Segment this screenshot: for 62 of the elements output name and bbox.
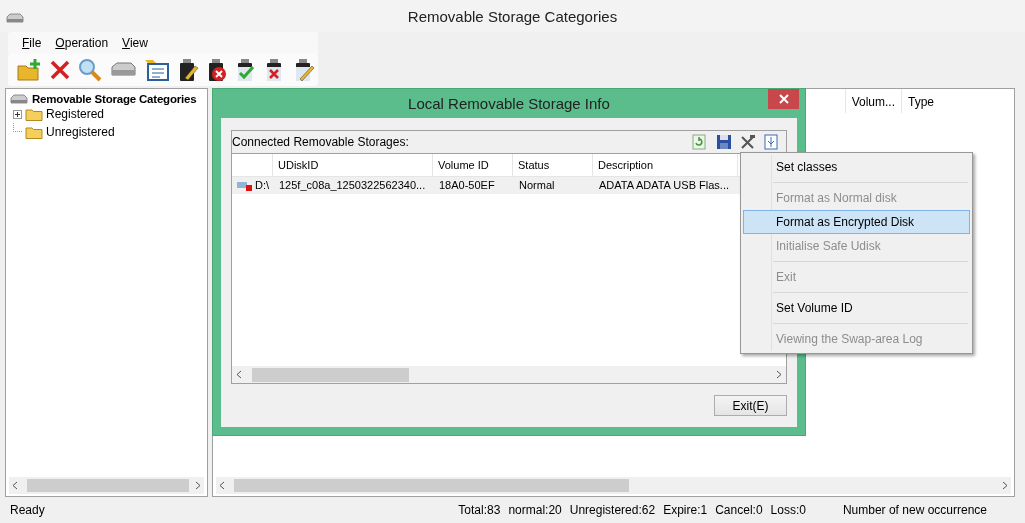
scroll-left-icon[interactable]	[12, 481, 18, 490]
menu-item[interactable]: Set Volume ID	[743, 296, 970, 320]
menu-item[interactable]: View	[116, 36, 156, 50]
close-icon	[778, 94, 789, 104]
tools-icon[interactable]	[740, 134, 756, 150]
menu-item[interactable]: File	[16, 36, 50, 50]
horizontal-scrollbar[interactable]	[9, 477, 204, 494]
column-header[interactable]: Description	[593, 154, 738, 176]
list-icon[interactable]	[144, 58, 170, 82]
search-icon[interactable]	[78, 58, 102, 82]
table-cell-text: ADATA ADATA USB Flas...	[598, 178, 730, 193]
app-icon	[6, 13, 24, 24]
folder-icon	[25, 107, 43, 121]
exit-button[interactable]: Exit(E)	[714, 395, 787, 416]
table-cell-text: D:\	[255, 178, 270, 193]
status-count: Expire:1	[663, 503, 708, 517]
table-cell-text: 125f_c08a_1250322562340...	[278, 178, 427, 193]
column-header[interactable]: Volum...	[844, 89, 901, 113]
dialog-title: Local Removable Storage Info	[408, 95, 610, 112]
status-count: Cancel:0	[715, 503, 763, 517]
close-button[interactable]	[768, 89, 799, 109]
status-count: Total:83	[458, 503, 501, 517]
horizontal-scrollbar[interactable]	[232, 366, 786, 383]
scroll-right-icon[interactable]	[1002, 481, 1008, 490]
column-header[interactable]: Volume ID	[433, 154, 513, 176]
scroll-right-icon[interactable]	[776, 370, 782, 379]
scroll-right-icon[interactable]	[195, 481, 201, 490]
scroll-left-icon[interactable]	[219, 481, 225, 490]
expand-icon[interactable]	[13, 109, 22, 119]
usb-error-icon[interactable]	[206, 58, 228, 82]
tree-item[interactable]: Registered	[46, 107, 105, 121]
usb-check-icon[interactable]	[235, 58, 257, 82]
column-header[interactable]: Type	[901, 89, 1014, 113]
column-header[interactable]: UDiskID	[273, 154, 433, 176]
drive-icon	[10, 93, 28, 105]
table-cell-text: Normal	[518, 178, 556, 193]
window-title: Removable Storage Categories	[407, 7, 618, 25]
status-count: Loss:0	[770, 503, 806, 517]
tree-root[interactable]: Removable Storage Categories	[32, 93, 197, 105]
status-text: Ready	[10, 503, 45, 517]
save-icon[interactable]	[716, 134, 732, 150]
folder-add-icon[interactable]	[16, 58, 42, 82]
usb-icon[interactable]	[764, 134, 780, 150]
usb-edit-icon[interactable]	[293, 58, 315, 82]
folder-icon	[25, 125, 43, 139]
table-cell-text: 18A0-50EF	[438, 178, 496, 193]
menu-item[interactable]: Set classes	[743, 155, 970, 179]
menu-item[interactable]: Operation	[49, 36, 117, 50]
group-title: Connected Removable Storages:	[232, 135, 409, 149]
menu-item[interactable]: Format as Encrypted Disk	[743, 210, 970, 234]
tree-item[interactable]: Unregistered	[46, 125, 115, 139]
status-count: Unregistered:62	[569, 503, 656, 517]
horizontal-scrollbar[interactable]	[216, 477, 1011, 494]
status-count: normal:20	[508, 503, 562, 517]
column-header[interactable]: Status	[513, 154, 593, 176]
status-text: Number of new occurrence	[842, 503, 987, 517]
refresh-icon[interactable]	[692, 134, 708, 150]
usb-pencil-icon[interactable]	[177, 58, 199, 82]
usb-drive-icon	[237, 180, 253, 191]
drive-icon[interactable]	[109, 61, 137, 79]
delete-icon[interactable]	[49, 59, 71, 81]
scroll-left-icon[interactable]	[236, 370, 242, 379]
